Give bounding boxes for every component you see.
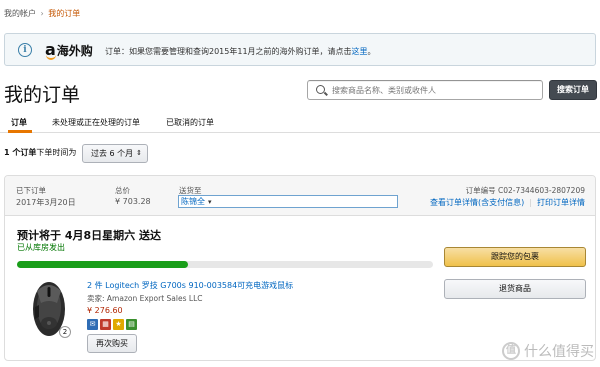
search-input[interactable] — [332, 83, 537, 97]
notice-message: 订单：如果您需要管理和查询2015年11月之前的海外购订单，请点击这里。 — [105, 46, 376, 57]
order-links: 查看订单详情(含支付信息) | 打印订单详情 — [430, 197, 585, 208]
tab-orders[interactable]: 订单 — [11, 117, 27, 128]
search-orders-button[interactable]: 搜索订单 — [549, 80, 597, 100]
page-title: 我的订单 — [4, 84, 81, 106]
breadcrumb-account-link[interactable]: 我的帐户 — [4, 9, 36, 18]
buy-again-button[interactable]: 再次购买 — [87, 334, 137, 353]
brand-text: 海外购 — [56, 43, 93, 58]
breadcrumb-separator: › — [40, 9, 44, 18]
recipient-name: 陈锦全 — [181, 197, 205, 206]
service-badges: ✉ ▦ ★ ▤ — [87, 319, 137, 330]
order-header: 已下订单 2017年3月20日 总价 ¥ 703.28 送货至 陈锦全 ▾ 订单编… — [5, 176, 595, 216]
receipt-icon: ▤ — [126, 319, 137, 330]
shipment-progress-fill — [17, 261, 188, 268]
amazon-a-logo: a — [45, 39, 56, 60]
total-label: 总价 — [115, 186, 130, 195]
watermark: 值 什么值得买 — [502, 341, 594, 361]
track-package-button[interactable]: 跟踪您的包裹 — [444, 247, 586, 267]
period-value: 过去 6 个月 — [91, 149, 134, 158]
star-icon: ★ — [113, 319, 124, 330]
breadcrumb: 我的帐户 › 我的订单 — [4, 8, 80, 19]
order-filter: 1 个订单下单时间为 — [4, 147, 76, 158]
order-search[interactable] — [307, 80, 543, 100]
overseas-brand-logo: a 海外购 — [45, 39, 93, 60]
mail-icon: ✉ — [87, 319, 98, 330]
active-tab-indicator — [8, 130, 32, 133]
breadcrumb-current[interactable]: 我的订单 — [48, 9, 80, 18]
order-count: 1 个订单 — [4, 148, 37, 157]
order-number: 订单编号 C02-7344603-2807209 — [465, 186, 585, 195]
link-divider: | — [529, 198, 532, 207]
tab-cancelled-orders[interactable]: 已取消的订单 — [166, 117, 214, 128]
order-tabs: 订单 未处理或正在处理的订单 已取消的订单 — [0, 113, 600, 133]
search-icon — [316, 85, 325, 94]
total-value: ¥ 703.28 — [115, 197, 151, 206]
gift-icon: ▦ — [100, 319, 111, 330]
watermark-logo-icon: 值 — [502, 342, 520, 360]
chevron-updown-icon: ⇕ — [136, 149, 142, 157]
placed-label: 已下订单 — [16, 186, 46, 195]
overseas-notice: i a 海外购 订单：如果您需要管理和查询2015年11月之前的海外购订单，请点… — [4, 33, 596, 66]
info-icon: i — [18, 43, 32, 57]
period-dropdown[interactable]: 过去 6 个月 ⇕ — [82, 144, 148, 163]
order-card: 已下订单 2017年3月20日 总价 ¥ 703.28 送货至 陈锦全 ▾ 订单编… — [4, 175, 596, 361]
filter-text: 下单时间为 — [36, 148, 77, 157]
notice-suffix: 。 — [367, 47, 376, 56]
delivery-title: 预计将于 4月8日星期六 送达 — [17, 229, 161, 242]
print-invoice-link[interactable]: 打印订单详情 — [537, 198, 585, 207]
seller-info: 卖家: Amazon Export Sales LLC — [87, 294, 203, 303]
caret-down-icon: ▾ — [208, 198, 212, 206]
order-details-link[interactable]: 查看订单详情(含支付信息) — [430, 198, 524, 207]
notice-link[interactable]: 这里 — [352, 47, 368, 56]
ship-to-recipient[interactable]: 陈锦全 ▾ — [178, 195, 398, 208]
watermark-text: 什么值得买 — [524, 344, 594, 360]
product-price: ¥ 276.60 — [87, 306, 123, 315]
return-items-button[interactable]: 退货商品 — [444, 279, 586, 299]
placed-date: 2017年3月20日 — [16, 198, 76, 207]
shipment-progress — [17, 261, 433, 268]
notice-text: 订单：如果您需要管理和查询2015年11月之前的海外购订单，请点击 — [105, 47, 352, 56]
product-title-link[interactable]: 2 件 Logitech 罗技 G700s 910-003584可充电游戏鼠标 — [87, 280, 293, 291]
delivery-status: 已从库房发出 — [17, 243, 65, 252]
quantity-badge: 2 — [59, 326, 71, 338]
tab-open-orders[interactable]: 未处理或正在处理的订单 — [52, 117, 140, 128]
